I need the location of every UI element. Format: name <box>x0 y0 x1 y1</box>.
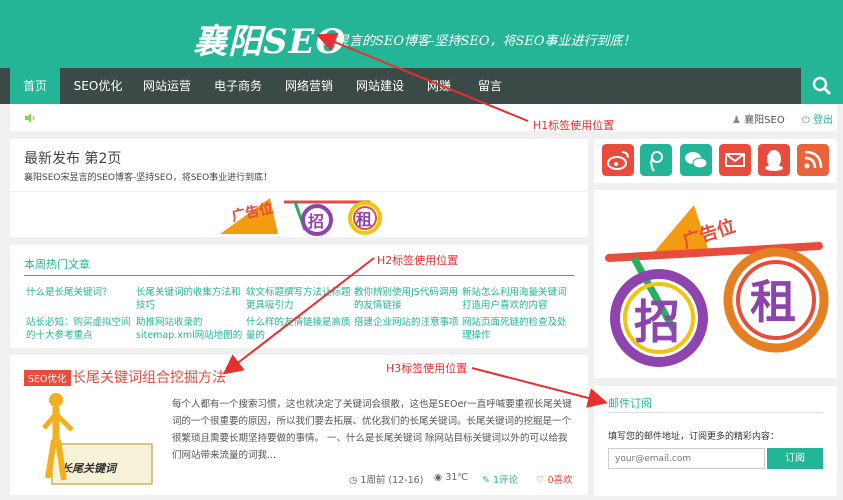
sidebar-ad[interactable]: 广告位 招 租 <box>594 190 837 378</box>
hot-article-link[interactable]: 站长必知：购买虚拟空间的十大参考重点 <box>26 316 138 342</box>
ad-zhao-text: 招 <box>308 212 324 231</box>
hot-articles-title: 本周热门文章 <box>24 258 90 271</box>
user-icon: ♟ <box>732 115 741 126</box>
nav-item-marketing[interactable]: 网络营销 <box>277 68 341 104</box>
post-excerpt: 每个人都有一个搜索习惯，这也就决定了关键词会很散，这也是SEOer一直呼喊要重视… <box>172 399 572 461</box>
hot-article-link[interactable]: 软文标题撰写方法让标题更具吸引力 <box>246 286 358 312</box>
divider <box>608 412 823 413</box>
post-likes-label: 0喜欢 <box>547 475 573 486</box>
ad-zu-text: 租 <box>750 275 796 329</box>
eye-icon: ◉ <box>434 472 443 483</box>
nav-item-seo[interactable]: SEO优化 <box>64 68 132 104</box>
nav-item-webdev[interactable]: 网站建设 <box>348 68 412 104</box>
divider <box>24 275 574 276</box>
logout-label: 登出 <box>813 115 834 126</box>
rss-icon[interactable] <box>797 144 829 176</box>
post-views-label: 31℃ <box>445 472 469 483</box>
post-title[interactable]: 长尾关键词组合挖掘方法 <box>72 367 226 387</box>
nav-item-message[interactable]: 留言 <box>470 68 510 104</box>
latest-posts-header: 最新发布 第2页 襄阳SEO宋昱言的SEO博客-坚持SEO，将SEO事业进行到底… <box>10 139 588 237</box>
h2-annotation: H2标签使用位置 <box>377 254 459 267</box>
post-card: SEO优化 长尾关键词组合挖掘方法 长尾关键词 每个人都有一个搜索习惯，这也就决… <box>10 355 588 495</box>
site-tagline: 宋昱言的SEO博客-坚持SEO，将SEO事业进行到底！ <box>323 34 636 49</box>
subscribe-desc: 填写您的邮件地址，订阅更多的精彩内容： <box>608 432 780 442</box>
post-views: ◉ 31℃ <box>434 472 468 483</box>
main-nav: 首页 SEO优化 网站运营 电子商务 网络营销 网站建设 网赚 留言 <box>0 68 843 104</box>
comment-icon: ✎ <box>482 475 490 486</box>
subscribe-title: 邮件订阅 <box>608 397 652 410</box>
hot-article-link[interactable]: 助推网站收录的sitemap.xml网站地图的 <box>136 316 248 342</box>
hot-article-link[interactable]: 搭建企业网站的注意事项 <box>354 316 466 329</box>
nav-item-ecommerce[interactable]: 电子商务 <box>206 68 270 104</box>
clock-icon: ◷ <box>349 475 358 486</box>
post-comments[interactable]: ✎ 1评论 <box>482 472 518 486</box>
ad-banner[interactable]: 广告位 招 租 <box>220 192 390 237</box>
subscribe-button[interactable]: 订阅 <box>767 448 823 469</box>
hot-article-link[interactable]: 新站怎么利用海量关键词打造用户喜欢的内容 <box>462 286 574 312</box>
thumb-text: 长尾关键词 <box>61 462 118 475</box>
hot-article-link[interactable]: 什么样的友情链接是高质量的 <box>246 316 358 342</box>
speaker-icon <box>25 113 35 123</box>
page-title: 最新发布 第2页 <box>24 151 122 167</box>
email-icon[interactable] <box>719 144 751 176</box>
hot-article-link[interactable]: 网站页面死链的检查及处理操作 <box>462 316 574 342</box>
hot-article-link[interactable]: 长尾关键词的收集方法和技巧 <box>136 286 248 312</box>
email-field[interactable] <box>608 448 765 469</box>
post-comments-label: 1评论 <box>493 475 519 486</box>
post-date: ◷ 1周前 (12-16) <box>349 472 423 486</box>
search-button[interactable] <box>801 68 843 104</box>
nav-item-operation[interactable]: 网站运营 <box>135 68 199 104</box>
weibo-icon[interactable] <box>602 144 634 176</box>
post-date-label: 1周前 (12-16) <box>360 475 424 486</box>
user-bar: ♟ 襄阳SEO ⏻ 登出 <box>10 104 837 131</box>
hot-article-link[interactable]: 什么是长尾关键词？ <box>26 286 138 299</box>
nav-item-earn[interactable]: 网赚 <box>419 68 459 104</box>
user-name: 襄阳SEO <box>744 115 785 126</box>
page-subtitle: 襄阳SEO宋昱言的SEO博客-坚持SEO，将SEO事业进行到底！ <box>24 173 273 183</box>
h3-annotation: H3标签使用位置 <box>386 362 468 375</box>
heart-icon: ♡ <box>536 475 545 486</box>
search-icon <box>812 76 831 95</box>
hot-articles: 本周热门文章 什么是长尾关键词？ 长尾关键词的收集方法和技巧 软文标题撰写方法让… <box>10 245 588 348</box>
nav-item-home[interactable]: 首页 <box>10 68 60 104</box>
subscribe-widget: 邮件订阅 填写您的邮件地址，订阅更多的精彩内容： 订阅 <box>594 386 837 496</box>
user-link[interactable]: ♟ 襄阳SEO <box>732 111 785 126</box>
h1-annotation: H1标签使用位置 <box>533 119 615 132</box>
power-icon: ⏻ <box>802 115 810 126</box>
qq-icon[interactable] <box>758 144 790 176</box>
social-icons <box>594 139 837 183</box>
ad-zhao-text: 招 <box>634 295 680 349</box>
logout-link[interactable]: ⏻ 登出 <box>802 111 833 126</box>
tencent-weibo-icon[interactable] <box>640 144 672 176</box>
site-header: 襄阳SEO 宋昱言的SEO博客-坚持SEO，将SEO事业进行到底！ <box>0 0 843 68</box>
category-badge[interactable]: SEO优化 <box>24 370 71 386</box>
post-thumbnail[interactable]: 长尾关键词 <box>24 388 154 488</box>
ad-zu-text: 租 <box>356 210 372 229</box>
post-likes[interactable]: ♡ 0喜欢 <box>536 472 573 486</box>
ad-graphic: 广告位 招 租 <box>605 205 829 367</box>
hot-article-link[interactable]: 教你辨别使用JS代码调用的友情链接 <box>354 286 466 312</box>
wechat-icon[interactable] <box>680 144 712 176</box>
